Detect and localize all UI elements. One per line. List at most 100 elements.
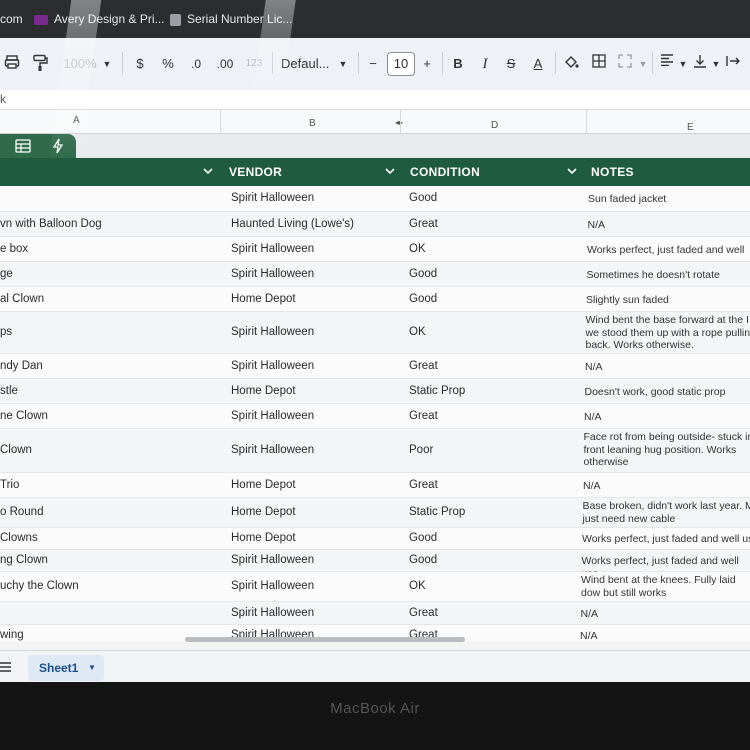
cell-vendor[interactable]: Home Depot: [231, 479, 296, 491]
cell-name[interactable]: e box: [0, 243, 28, 255]
cell-condition[interactable]: Static Prop: [409, 385, 465, 397]
cell-vendor[interactable]: Spirit Halloween: [231, 243, 314, 255]
cell-notes[interactable]: Works perfect, just faded and well us: [582, 533, 750, 546]
cell-notes[interactable]: Base broken, didn't work last year. Mi j…: [583, 500, 750, 525]
merge-cells-icon[interactable]: [618, 54, 634, 74]
cell-name[interactable]: ps: [0, 326, 12, 338]
table-row[interactable]: uchy the Clown Spirit Halloween OK Wind ben…: [0, 572, 750, 602]
column-header-b[interactable]: B: [309, 118, 316, 129]
formula-bar[interactable]: k: [0, 90, 750, 110]
cell-vendor[interactable]: Spirit Halloween: [231, 580, 314, 592]
cell-notes[interactable]: N/A: [584, 411, 750, 424]
cell-name[interactable]: o Round: [0, 506, 43, 518]
italic-button[interactable]: I: [478, 54, 492, 74]
cell-vendor[interactable]: Spirit Halloween: [231, 444, 314, 456]
header-condition[interactable]: CONDITION: [410, 165, 480, 179]
table-row[interactable]: o Round Home Depot Static Prop Base broken,…: [0, 498, 750, 528]
cell-vendor[interactable]: Home Depot: [231, 532, 296, 544]
cell-notes[interactable]: Works perfect, just faded and well: [587, 244, 750, 257]
cell-condition[interactable]: Great: [409, 360, 438, 372]
cell-notes[interactable]: N/A: [585, 361, 750, 374]
sheet-tab[interactable]: Sheet1 ▼: [28, 655, 104, 681]
cell-vendor[interactable]: Haunted Living (Lowe's): [231, 218, 354, 230]
column-header-e[interactable]: E: [687, 122, 694, 133]
column-header-d[interactable]: D: [491, 120, 498, 131]
align-left-icon[interactable]: [660, 54, 676, 74]
header-vendor[interactable]: VENDOR: [229, 165, 282, 179]
vertical-align-icon[interactable]: [693, 54, 709, 74]
print-icon[interactable]: [4, 54, 20, 74]
cell-name[interactable]: vn with Balloon Dog: [0, 218, 102, 230]
table-row[interactable]: al Clown Home Depot Good Slightly sun faded: [0, 287, 750, 312]
cell-notes[interactable]: N/A: [581, 608, 750, 621]
cell-vendor[interactable]: Home Depot: [231, 506, 296, 518]
cell-vendor[interactable]: Spirit Halloween: [231, 326, 314, 338]
table-row[interactable]: ps Spirit Halloween OK Wind bent the base f…: [0, 312, 750, 354]
cell-vendor[interactable]: Home Depot: [231, 385, 296, 397]
cell-condition[interactable]: Great: [409, 218, 438, 230]
table-row[interactable]: Spirit Halloween Good Sun faded jacket: [0, 186, 750, 212]
cell-notes[interactable]: Wind bent at the knees. Fully laid dow b…: [581, 574, 750, 599]
cell-condition[interactable]: Great: [409, 410, 438, 422]
table-row[interactable]: ndy Dan Spirit Halloween Great N/A: [0, 354, 750, 379]
cell-vendor[interactable]: Spirit Halloween: [231, 268, 314, 280]
table-row[interactable]: ng Clown Spirit Halloween Good Works perfec…: [0, 550, 750, 580]
decrease-decimal-button[interactable]: .0: [186, 54, 206, 74]
table-row[interactable]: Clown Spirit Halloween Poor Face rot from b…: [0, 429, 750, 473]
font-select[interactable]: Defaul...: [281, 54, 333, 74]
cell-notes[interactable]: Sun faded jacket: [588, 193, 750, 206]
chevron-down-icon[interactable]: [385, 166, 395, 176]
cell-condition[interactable]: OK: [409, 580, 426, 592]
cell-condition[interactable]: Static Prop: [409, 506, 465, 518]
chevron-down-icon[interactable]: [567, 166, 577, 176]
table-row[interactable]: e box Spirit Halloween OK Works perfect, ju…: [0, 237, 750, 262]
cell-condition[interactable]: Good: [409, 192, 437, 204]
cell-condition[interactable]: Good: [409, 532, 437, 544]
cell-vendor[interactable]: Home Depot: [231, 293, 296, 305]
cell-name[interactable]: ng Clown: [0, 554, 48, 566]
paint-format-icon[interactable]: [32, 54, 48, 74]
currency-button[interactable]: $: [133, 54, 147, 74]
cell-vendor[interactable]: Spirit Halloween: [231, 554, 314, 566]
cell-name[interactable]: Trio: [0, 479, 19, 491]
text-color-button[interactable]: A: [530, 54, 546, 74]
cell-name[interactable]: uchy the Clown: [0, 580, 79, 592]
chevron-down-icon[interactable]: ▼: [711, 54, 721, 74]
cell-name[interactable]: ndy Dan: [0, 360, 43, 372]
cell-condition[interactable]: OK: [409, 243, 426, 255]
cell-notes[interactable]: N/A: [583, 480, 750, 493]
cell-name[interactable]: Clown: [0, 444, 32, 456]
cell-condition[interactable]: Great: [409, 607, 438, 619]
cell-condition[interactable]: OK: [409, 326, 426, 338]
cell-notes[interactable]: Face rot from being outside- stuck in fr…: [584, 431, 750, 469]
cell-condition[interactable]: Poor: [409, 444, 433, 456]
font-size-input[interactable]: 10: [387, 52, 415, 76]
increase-decimal-button[interactable]: .00: [214, 54, 236, 74]
cell-name[interactable]: al Clown: [0, 293, 44, 305]
bookmark-item[interactable]: com: [0, 12, 23, 26]
borders-icon[interactable]: [592, 54, 608, 74]
percent-button[interactable]: %: [160, 54, 176, 74]
cell-condition[interactable]: Good: [409, 554, 437, 566]
fill-color-icon[interactable]: [563, 54, 579, 74]
chevron-down-icon[interactable]: ▼: [338, 54, 348, 74]
table-row[interactable]: Clowns Home Depot Good Works perfect, just …: [0, 528, 750, 550]
cell-condition[interactable]: Good: [409, 268, 437, 280]
table-row[interactable]: vn with Balloon Dog Haunted Living (Lowe'…: [0, 212, 750, 237]
cell-name[interactable]: wing: [0, 629, 24, 641]
strikethrough-button[interactable]: S: [504, 54, 518, 74]
chevron-down-icon[interactable]: ▼: [102, 54, 112, 74]
cell-condition[interactable]: Good: [409, 293, 437, 305]
chevron-down-icon[interactable]: ▼: [88, 663, 96, 672]
cell-name[interactable]: stle: [0, 385, 18, 397]
cell-notes[interactable]: Sometimes he doesn't rotate: [587, 269, 750, 282]
cell-notes[interactable]: N/A: [580, 630, 750, 641]
table-row[interactable]: ge Spirit Halloween Good Sometimes he doesn…: [0, 262, 750, 287]
table-row[interactable]: stle Home Depot Static Prop Doesn't work, g…: [0, 379, 750, 404]
header-notes[interactable]: NOTES: [591, 165, 634, 179]
chevron-down-icon[interactable]: [203, 166, 213, 176]
horizontal-scrollbar[interactable]: [185, 637, 465, 642]
cell-name[interactable]: Clowns: [0, 532, 38, 544]
font-size-decrease-button[interactable]: −: [366, 54, 380, 74]
table-icon[interactable]: [15, 139, 31, 158]
